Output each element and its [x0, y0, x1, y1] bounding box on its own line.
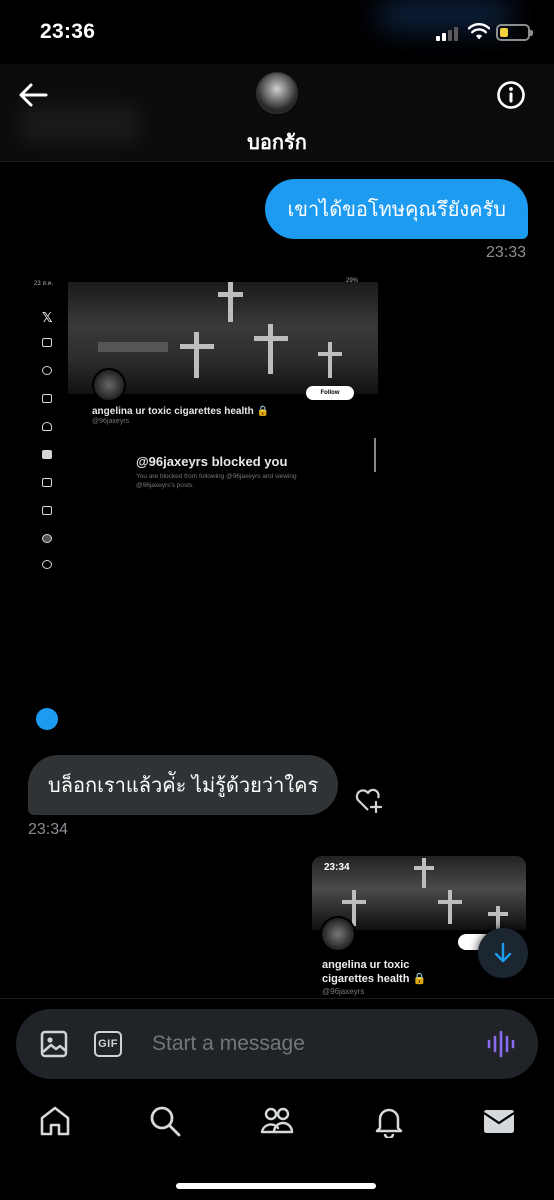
profile-avatar [92, 368, 126, 402]
blocked-description: You are blocked from following @96jaxeyr… [136, 473, 297, 489]
wifi-icon [468, 22, 490, 40]
message-timestamp: 23:33 [485, 244, 526, 261]
profile-avatar [320, 916, 356, 952]
profile-name: angelina ur toxic cigarettes health 🔒 [322, 959, 427, 985]
messages-icon[interactable] [482, 1104, 516, 1138]
composer-area: GIF [0, 998, 554, 1090]
screenshot-status-time: 23 ส.ค. [34, 281, 54, 287]
add-reaction-icon[interactable] [354, 786, 384, 814]
profile-handle: @96jaxeyrs [92, 418, 130, 425]
signal-icon [436, 25, 464, 41]
message-input[interactable] [152, 1030, 452, 1058]
screenshot-status-time: 23:34 [324, 862, 350, 873]
message-timestamp: 23:34 [28, 821, 69, 838]
status-time: 23:36 [40, 20, 96, 43]
follow-button: Follow [306, 386, 354, 400]
avatar[interactable] [256, 72, 298, 114]
message-text: บล็อกเราแล้วค่ัะ ไม่รู้ด้วยว่าใคร [48, 775, 319, 797]
back-arrow-icon[interactable] [16, 80, 50, 110]
gif-button[interactable]: GIF [94, 1031, 122, 1057]
home-icon[interactable] [38, 1104, 72, 1138]
home-indicator [176, 1183, 376, 1189]
received-image-screenshot[interactable]: 23 ส.ค. 29% 𝕏 Follow angelina ur toxic c… [28, 272, 378, 740]
compose-post-icon [36, 708, 58, 730]
search-icon[interactable] [148, 1104, 182, 1138]
message-text: เขาได้ขอโทษคุณรึยังครับ [287, 199, 506, 221]
divider [374, 438, 376, 472]
arrow-down-icon [494, 942, 512, 963]
screenshot-side-nav: 𝕏 [28, 290, 68, 580]
status-bar: 23:36 [0, 0, 554, 64]
received-image-screenshot[interactable]: 23:34 Fo angelina ur toxic cigarettes he… [312, 856, 526, 998]
conversation-title[interactable]: บอกรัก [0, 126, 554, 158]
scroll-to-bottom-button[interactable] [478, 928, 528, 978]
battery-icon [496, 24, 533, 41]
voice-message-icon[interactable] [486, 1029, 516, 1059]
conversation-header: บอกรัก [0, 64, 554, 162]
received-message-bubble[interactable]: บล็อกเราแล้วค่ัะ ไม่รู้ด้วยว่าใคร [28, 755, 339, 815]
x-logo-icon: 𝕏 [42, 310, 53, 325]
message-composer: GIF [16, 1009, 538, 1079]
blocked-title: @96jaxeyrs blocked you [136, 454, 288, 469]
communities-icon[interactable] [260, 1104, 294, 1138]
notifications-icon[interactable] [372, 1104, 406, 1138]
profile-handle: @96jaxeyrs [322, 987, 365, 996]
info-icon[interactable] [496, 80, 526, 110]
profile-name: angelina ur toxic cigarettes health 🔒 [92, 406, 269, 417]
image-icon[interactable] [40, 1030, 68, 1058]
sent-message-bubble[interactable]: เขาได้ขอโทษคุณรึยังครับ [265, 179, 528, 239]
